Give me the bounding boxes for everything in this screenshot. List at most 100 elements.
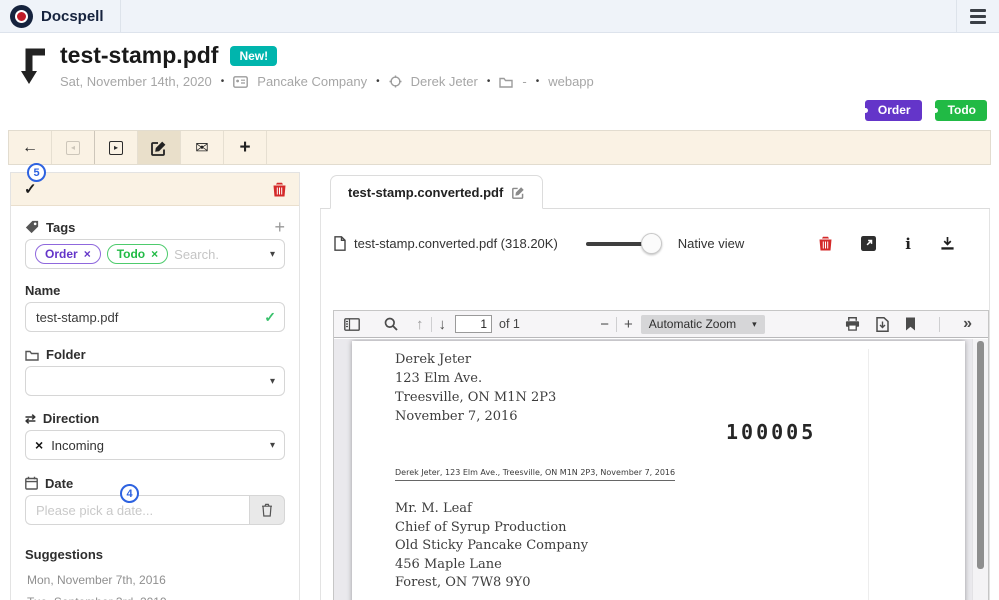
page-number-input[interactable] bbox=[455, 315, 492, 333]
direction-section-label: ⇄ Direction bbox=[25, 412, 285, 425]
item-action-toolbar: ← ◂ ▸ ✉ + bbox=[8, 130, 991, 165]
print-icon bbox=[845, 317, 860, 331]
tag-order[interactable]: Order bbox=[865, 100, 922, 121]
clear-direction-icon[interactable]: × bbox=[35, 437, 43, 453]
date-input[interactable] bbox=[25, 495, 249, 525]
zoom-in-button[interactable]: + bbox=[624, 316, 633, 333]
docspell-app: Docspell test-stamp.pdf New! Sat, Novemb… bbox=[0, 0, 999, 600]
print-button[interactable] bbox=[845, 317, 860, 331]
docspell-logo-icon bbox=[10, 5, 33, 28]
edit-sidebar: 5 ✓ Tags + Order × Todo × bbox=[10, 172, 300, 600]
caret-down-icon: ▾ bbox=[270, 249, 275, 260]
date-suggestions: Mon, November 7th, 2016 Tue, September 3… bbox=[25, 569, 285, 600]
tag-todo[interactable]: Todo bbox=[935, 100, 987, 121]
native-view-toggle[interactable] bbox=[586, 233, 664, 254]
pdf-toolbar: ↑ ↓ of 1 − + Automatic Zoom ▾ bbox=[334, 311, 988, 338]
download-button[interactable] bbox=[940, 236, 955, 251]
sender-address-block: Derek Jeter 123 Elm Ave. Treesville, ON … bbox=[395, 350, 556, 426]
remove-tag-todo-icon[interactable]: × bbox=[151, 247, 158, 261]
page-down-button[interactable]: ↓ bbox=[439, 316, 447, 333]
correspondent-link[interactable]: Pancake Company bbox=[257, 74, 367, 89]
tags-search-placeholder: Search. bbox=[174, 247, 219, 262]
more-tools-button[interactable]: » bbox=[963, 315, 972, 333]
page-up-button[interactable]: ↑ bbox=[416, 316, 424, 333]
suggestions-label: Suggestions bbox=[25, 547, 285, 562]
edit-mode-button[interactable] bbox=[138, 131, 181, 164]
concerning-link[interactable]: Derek Jeter bbox=[411, 74, 478, 89]
date-suggestion-count-badge: 4 bbox=[120, 484, 139, 503]
brand-home-link[interactable]: Docspell bbox=[0, 0, 121, 32]
zoom-out-button[interactable]: − bbox=[600, 316, 609, 333]
caret-down-icon: ▾ bbox=[752, 319, 757, 330]
add-tag-button[interactable]: + bbox=[274, 221, 285, 234]
person-icon bbox=[389, 75, 402, 88]
pdf-sidebar-toggle-button[interactable] bbox=[344, 318, 360, 331]
direction-select[interactable]: × Incoming ▾ bbox=[25, 430, 285, 460]
bookmark-button[interactable] bbox=[905, 317, 916, 331]
page-count-label: of 1 bbox=[499, 317, 520, 331]
name-input[interactable] bbox=[25, 302, 285, 332]
selected-tag-order: Order × bbox=[35, 244, 101, 264]
tags-multiselect[interactable]: Order × Todo × Search. ▾ bbox=[25, 239, 285, 269]
main-menu-button[interactable] bbox=[956, 0, 999, 32]
file-icon bbox=[334, 236, 346, 251]
save-icon bbox=[876, 317, 889, 332]
open-in-new-tab-button[interactable] bbox=[861, 236, 876, 251]
sidebar-toggle-icon bbox=[344, 318, 360, 331]
top-navbar: Docspell bbox=[0, 0, 999, 33]
delete-attachment-button[interactable] bbox=[819, 236, 832, 251]
source-value: webapp bbox=[548, 74, 594, 89]
remove-tag-order-icon[interactable]: × bbox=[84, 247, 91, 261]
attachment-tab[interactable]: test-stamp.converted.pdf bbox=[330, 175, 543, 209]
brand-name: Docspell bbox=[41, 8, 104, 25]
envelope-window-line: Derek Jeter, 123 Elm Ave., Treesville, O… bbox=[395, 468, 675, 481]
pdf-scrollbar[interactable] bbox=[972, 339, 988, 600]
name-section-label: Name bbox=[25, 284, 285, 297]
file-name-label: test-stamp.converted.pdf (318.20K) bbox=[354, 236, 558, 251]
suggestion-item[interactable]: Mon, November 7th, 2016 bbox=[25, 569, 285, 591]
pdf-canvas: Derek Jeter 123 Elm Ave. Treesville, ON … bbox=[334, 339, 988, 600]
toggle-knob-icon bbox=[641, 233, 662, 254]
back-button[interactable]: ← bbox=[9, 131, 52, 164]
attachment-panel: test-stamp.converted.pdf test-stamp.conv… bbox=[320, 172, 990, 600]
edit-name-icon bbox=[512, 186, 525, 199]
envelope-icon: ✉ bbox=[195, 138, 208, 158]
attachment-body: test-stamp.converted.pdf (318.20K) Nativ… bbox=[320, 209, 990, 600]
save-file-button[interactable] bbox=[876, 317, 889, 332]
item-tag-list: Order Todo bbox=[852, 100, 987, 121]
caret-square-right-icon: ▸ bbox=[109, 141, 123, 155]
next-item-button[interactable]: ▸ bbox=[95, 131, 138, 164]
stamp-number: 100005 bbox=[726, 420, 816, 444]
swap-arrows-icon: ⇄ bbox=[25, 412, 36, 425]
recipient-address-block: Mr. M. Leaf Chief of Syrup Production Ol… bbox=[395, 500, 588, 593]
clear-date-button[interactable] bbox=[249, 495, 285, 525]
level-down-icon bbox=[18, 45, 48, 89]
pdf-page: Derek Jeter 123 Elm Ave. Treesville, ON … bbox=[352, 341, 965, 600]
trash-icon bbox=[819, 236, 832, 251]
name-saved-check-icon: ✓ bbox=[264, 309, 276, 326]
date-section-label: Date bbox=[25, 476, 285, 490]
hamburger-icon bbox=[970, 9, 986, 24]
info-icon[interactable]: i bbox=[905, 235, 911, 253]
download-icon bbox=[940, 236, 955, 251]
file-info-bar: test-stamp.converted.pdf (318.20K) Nativ… bbox=[321, 209, 989, 254]
suggestion-item[interactable]: Tue, September 3rd, 2019 bbox=[25, 591, 285, 600]
delete-item-button[interactable] bbox=[273, 182, 286, 197]
folder-select[interactable]: ▾ bbox=[25, 366, 285, 396]
native-view-label: Native view bbox=[678, 236, 744, 251]
prev-item-button[interactable]: ◂ bbox=[52, 131, 95, 164]
scrollbar-thumb[interactable] bbox=[977, 341, 984, 569]
confirm-button[interactable]: ✓ bbox=[24, 180, 37, 198]
fold-mark bbox=[868, 349, 869, 600]
item-header: test-stamp.pdf New! Sat, November 14th, … bbox=[18, 42, 594, 89]
caret-square-left-icon: ◂ bbox=[66, 141, 80, 155]
item-date: Sat, November 14th, 2020 bbox=[60, 74, 212, 89]
zoom-level-select[interactable]: Automatic Zoom ▾ bbox=[641, 315, 765, 334]
folder-section-label: Folder bbox=[25, 348, 285, 361]
folder-value: - bbox=[522, 74, 526, 89]
external-link-square-icon bbox=[861, 236, 876, 251]
send-mail-button[interactable]: ✉ bbox=[181, 131, 224, 164]
confirm-count-badge: 5 bbox=[27, 163, 46, 182]
add-files-button[interactable]: + bbox=[224, 131, 267, 164]
pdf-search-button[interactable] bbox=[384, 317, 398, 331]
